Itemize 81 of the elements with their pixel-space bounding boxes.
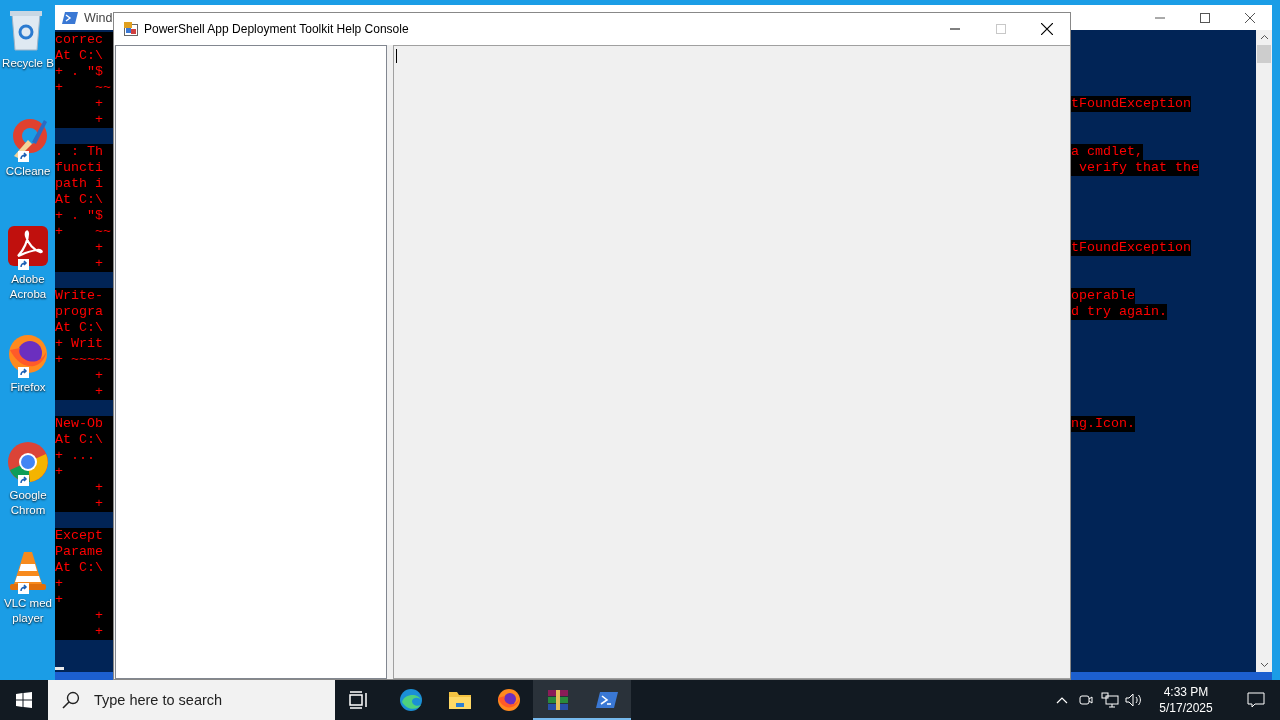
console-text: + ~~	[55, 224, 113, 240]
console-text: +	[55, 96, 113, 112]
clock-time: 4:33 PM	[1163, 684, 1209, 700]
console-text: +	[55, 480, 113, 496]
console-text: d try again.	[1071, 304, 1167, 320]
console-text: +	[55, 496, 113, 512]
maximize-icon	[996, 24, 1006, 34]
console-text: path i	[55, 176, 113, 192]
browser-icon	[6, 440, 50, 484]
console-text: At C:\	[55, 48, 113, 64]
network-icon	[1101, 692, 1119, 708]
close-icon	[1244, 12, 1255, 23]
console-text: ng.Icon.	[1071, 416, 1135, 432]
console-text: At C:\	[55, 192, 113, 208]
desktop-icon-label[interactable]: VLC med player	[0, 596, 56, 626]
app-window-icon	[124, 22, 138, 36]
task-view-icon	[349, 691, 369, 709]
console-text: +	[55, 576, 113, 592]
desktop-icon-label[interactable]: Recycle B	[0, 56, 56, 71]
console-text: . : Th	[55, 144, 113, 160]
console-text: operable	[1071, 288, 1135, 304]
console-text: At C:\	[55, 320, 113, 336]
terminal-icon	[594, 690, 619, 710]
console-text: a cmdlet,	[1071, 144, 1143, 160]
desktop-icon-label[interactable]: Adobe Acroba	[0, 272, 56, 302]
chevron-up-icon	[1056, 696, 1068, 704]
console-text: +	[55, 624, 113, 640]
terminal-icon	[62, 10, 78, 25]
console-text: + . "$	[55, 64, 113, 80]
close-icon	[1041, 23, 1053, 35]
console-text: tFoundException	[1071, 96, 1191, 112]
console-text: + . "$	[55, 208, 113, 224]
fox-icon	[496, 688, 521, 712]
desktop-icon-label[interactable]: Firefox	[0, 380, 56, 395]
console-text: + ~~~~~	[55, 352, 113, 368]
console-text: At C:\	[55, 432, 113, 448]
maximize-icon	[1199, 12, 1210, 23]
console-text: progra	[55, 304, 113, 320]
console-text: Except	[55, 528, 113, 544]
console-text: + Writ	[55, 336, 113, 352]
console-text: +	[55, 592, 113, 608]
clock-date: 5/17/2025	[1159, 700, 1213, 716]
text-cursor	[396, 49, 397, 63]
browser-icon	[398, 688, 423, 712]
console-text: + ...	[55, 448, 113, 464]
console-text: +	[55, 368, 113, 384]
clock[interactable]: 4:33 PM 5/17/2025	[1146, 680, 1226, 720]
console-text: New-Ob	[55, 416, 113, 432]
console-text: tFoundException	[1071, 240, 1191, 256]
console-text: Write-	[55, 288, 113, 304]
desktop-icon-label[interactable]: CCleane	[0, 164, 56, 179]
volume-icon	[1125, 692, 1143, 708]
console-text: +	[55, 256, 113, 272]
search-field[interactable]: Type here to search	[91, 691, 335, 709]
fox-icon	[6, 332, 50, 376]
windows-icon	[16, 692, 32, 708]
console-text: Parame	[55, 544, 113, 560]
console-text: verify that the	[1071, 160, 1199, 176]
console-text: +	[55, 240, 113, 256]
search-icon	[62, 691, 80, 709]
search-bar[interactable]: Type here to search	[48, 680, 335, 720]
console-text: +	[55, 608, 113, 624]
desktop-icon-label[interactable]: Google Chrom	[0, 488, 56, 518]
window-title: PowerShell App Deployment Toolkit Help Console	[144, 22, 409, 36]
console-text: +	[55, 384, 113, 400]
terminal-button[interactable]	[582, 680, 631, 720]
camera-icon	[1078, 692, 1094, 708]
archive-icon	[545, 688, 570, 712]
console-text: correc	[55, 32, 113, 48]
window-title: Wind	[84, 10, 113, 25]
archiver-button[interactable]	[533, 680, 582, 720]
console-text: +	[55, 464, 113, 480]
scrollbar[interactable]	[1256, 30, 1272, 672]
pdf-icon	[6, 224, 50, 268]
speech-bubble-icon	[1247, 692, 1265, 708]
console-text: functi	[55, 160, 113, 176]
console-text: + ~~	[55, 80, 113, 96]
folder-icon	[447, 690, 472, 710]
scroll-thumb[interactable]	[1257, 45, 1271, 63]
console-text: At C:\	[55, 560, 113, 576]
console-text: +	[55, 112, 113, 128]
